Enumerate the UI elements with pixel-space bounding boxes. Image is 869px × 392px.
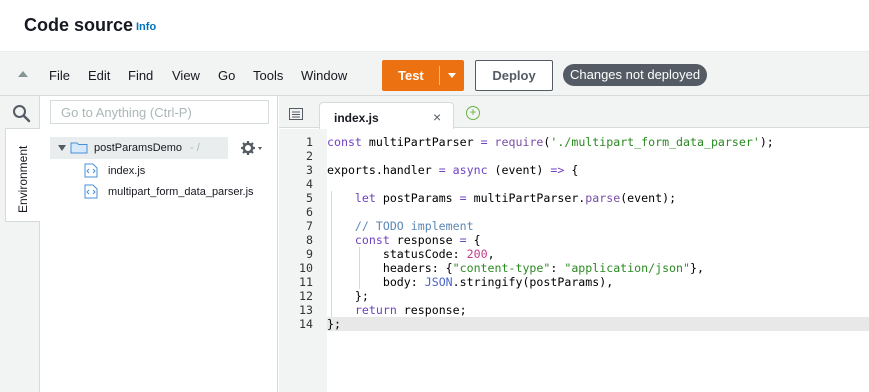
split-divider bbox=[439, 66, 440, 85]
chevron-down-icon[interactable] bbox=[448, 73, 456, 78]
folder-name: postParamsDemo bbox=[94, 142, 183, 154]
info-link[interactable]: Info bbox=[136, 21, 156, 33]
tab-index-js[interactable]: index.js × bbox=[319, 102, 454, 129]
code-line[interactable]: exports.handler = async (event) => { bbox=[327, 163, 869, 177]
menu-tools[interactable]: Tools bbox=[253, 68, 283, 83]
line-number: 9 bbox=[306, 247, 313, 261]
menu-file[interactable]: File bbox=[49, 68, 70, 83]
test-button[interactable]: Test bbox=[382, 60, 464, 91]
go-to-anything-input[interactable] bbox=[50, 100, 269, 124]
tree-folder-row[interactable]: postParamsDemo - / bbox=[50, 137, 228, 159]
menu-window[interactable]: Window bbox=[301, 68, 347, 83]
line-number: 4 bbox=[306, 177, 313, 191]
line-number: 10 bbox=[299, 261, 313, 275]
ide-menubar: File Edit Find View Go Tools Window Test… bbox=[0, 52, 869, 96]
tab-label: index.js bbox=[334, 111, 379, 125]
line-number: 5 bbox=[306, 191, 313, 205]
code-line[interactable] bbox=[327, 149, 869, 163]
line-number: 11 bbox=[299, 275, 313, 289]
code-line[interactable] bbox=[327, 177, 869, 191]
line-number: 14 bbox=[299, 317, 313, 331]
deploy-button[interactable]: Deploy bbox=[475, 60, 553, 91]
status-badge: Changes not deployed bbox=[563, 64, 708, 86]
line-number: 1 bbox=[306, 135, 313, 149]
add-tab-icon[interactable]: + bbox=[466, 106, 480, 120]
file-tree-panel: postParamsDemo - / index.js multipart_fo… bbox=[40, 96, 278, 392]
menu-view[interactable]: View bbox=[172, 68, 200, 83]
code-line[interactable]: body: JSON.stringify(postParams), bbox=[327, 275, 869, 289]
test-button-label: Test bbox=[398, 68, 424, 83]
side-tab-strip: Environment bbox=[0, 96, 40, 392]
collapse-up-icon[interactable] bbox=[18, 71, 28, 77]
file-name: multipart_form_data_parser.js bbox=[108, 186, 254, 198]
code-line[interactable]: }; bbox=[327, 317, 869, 331]
menu-go[interactable]: Go bbox=[218, 68, 235, 83]
code-editor[interactable]: const multiPartParser = require('./multi… bbox=[327, 129, 869, 392]
code-line[interactable]: let postParams = multiPartParser.parse(e… bbox=[327, 191, 869, 205]
line-number: 3 bbox=[306, 163, 313, 177]
code-line[interactable]: return response; bbox=[327, 303, 869, 317]
file-name: index.js bbox=[108, 165, 146, 177]
line-number: 8 bbox=[306, 233, 313, 247]
code-line[interactable]: statusCode: 200, bbox=[327, 247, 869, 261]
page-header: Code source Info bbox=[0, 0, 869, 52]
close-icon[interactable]: × bbox=[433, 109, 441, 125]
folder-path-suffix: - / bbox=[190, 142, 200, 154]
indent-guide bbox=[359, 247, 360, 289]
tab-list-icon[interactable] bbox=[289, 108, 303, 120]
code-line[interactable]: headers: {"content-type": "application/j… bbox=[327, 261, 869, 275]
search-icon[interactable] bbox=[12, 104, 32, 124]
editor-tab-bar: index.js × + bbox=[279, 96, 869, 129]
js-file-icon bbox=[84, 184, 98, 199]
line-number: 12 bbox=[299, 289, 313, 303]
indent-guide bbox=[331, 191, 332, 317]
tab-environment-label: Environment bbox=[16, 145, 30, 213]
line-number-gutter: 1 2 3 4 5 6 7 8 9 10 11 12 13 14 bbox=[279, 129, 327, 392]
code-line[interactable]: const response = { bbox=[327, 233, 869, 247]
menu-edit[interactable]: Edit bbox=[88, 68, 110, 83]
expand-arrow-icon[interactable] bbox=[58, 145, 66, 151]
line-number: 6 bbox=[306, 205, 313, 219]
line-number: 13 bbox=[299, 303, 313, 317]
menu-find[interactable]: Find bbox=[128, 68, 153, 83]
code-line[interactable]: // TODO implement bbox=[327, 219, 869, 233]
code-line[interactable]: const multiPartParser = require('./multi… bbox=[327, 135, 869, 149]
line-number: 7 bbox=[306, 219, 313, 233]
tab-environment[interactable]: Environment bbox=[5, 128, 40, 222]
page-title: Code source bbox=[24, 15, 134, 35]
line-number: 2 bbox=[306, 149, 313, 163]
folder-icon bbox=[70, 142, 88, 154]
js-file-icon bbox=[84, 163, 98, 178]
gear-icon[interactable] bbox=[240, 140, 264, 156]
search-area[interactable] bbox=[0, 96, 40, 128]
code-line[interactable]: }; bbox=[327, 289, 869, 303]
code-line[interactable] bbox=[327, 205, 869, 219]
